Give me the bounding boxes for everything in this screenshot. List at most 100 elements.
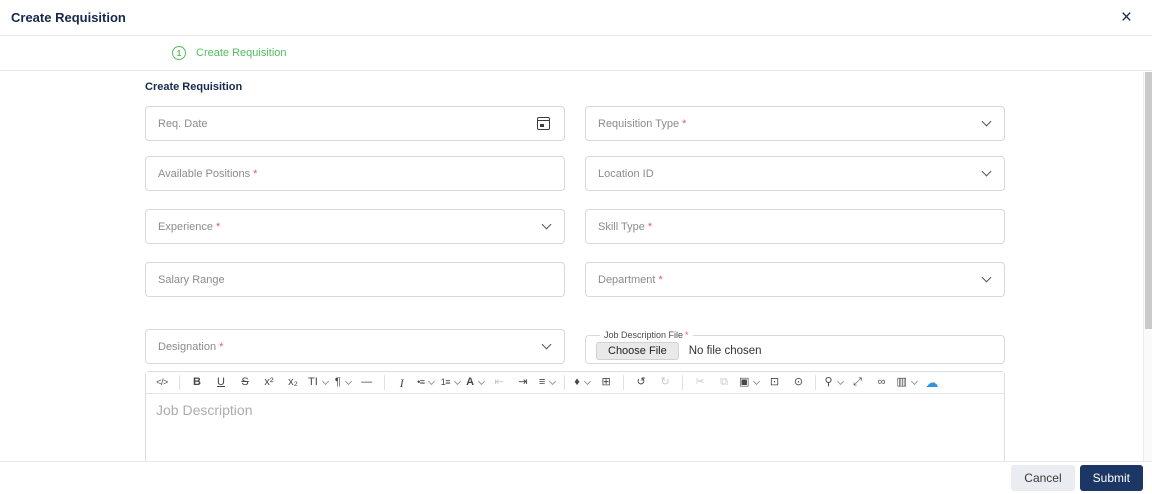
align-left-icon: ≡ [538, 376, 546, 388]
text-color-button[interactable]: A [463, 373, 487, 393]
underline-button[interactable]: U [209, 373, 233, 393]
strikethrough-button[interactable]: S [233, 373, 257, 393]
paragraph-format-button[interactable]: ¶ [331, 373, 355, 393]
code-view-icon: </> [156, 377, 168, 387]
cut-button[interactable]: ✂ [688, 373, 712, 393]
chevron-down-icon [549, 377, 557, 385]
chevron-down-icon [541, 339, 552, 350]
job-description-file-field: Job Description File * Choose File No fil… [585, 330, 1005, 364]
font-size-icon: TI [308, 376, 318, 388]
available-positions-input[interactable]: Available Positions * [145, 156, 565, 191]
designation-select[interactable]: Designation * [145, 329, 565, 364]
insert-link-button[interactable]: ∞ [870, 373, 894, 393]
subscript-button[interactable]: x₂ [281, 373, 305, 393]
submit-button[interactable]: Submit [1079, 465, 1143, 491]
experience-select[interactable]: Experience * [145, 209, 565, 244]
cloud-upload-icon: ☁ [925, 375, 939, 390]
font-size-button[interactable]: TI [305, 373, 331, 393]
chevron-down-icon [344, 377, 352, 385]
indent-button[interactable]: ⇥ [511, 373, 535, 393]
skill-type-input[interactable]: Skill Type * [585, 209, 1005, 244]
form-content: Create Requisition Req. Date Requisition… [0, 81, 1152, 471]
close-icon: × [1120, 7, 1132, 28]
modal-footer: Cancel Submit [0, 461, 1152, 494]
toolbar-divider [682, 375, 684, 390]
text-color-icon: A [466, 376, 475, 388]
chevron-down-icon [981, 116, 992, 127]
scrollbar-thumb[interactable] [1145, 72, 1152, 329]
unordered-list-icon: •≡ [417, 377, 425, 387]
cancel-button[interactable]: Cancel [1011, 465, 1075, 491]
unordered-list-button[interactable]: •≡ [414, 373, 438, 393]
chevron-down-icon [836, 377, 844, 385]
chevron-down-icon [541, 219, 552, 230]
chevron-down-icon [477, 377, 486, 385]
preview-button[interactable]: ⊙ [786, 373, 810, 393]
toolbar-divider [179, 375, 180, 390]
chevron-down-icon [454, 377, 462, 385]
stepper: 1 Create Requisition [0, 36, 1152, 71]
undo-icon: ↺ [636, 376, 646, 388]
scrollbar[interactable] [1143, 72, 1152, 461]
paste-button[interactable]: ▣ [736, 373, 762, 393]
ordered-list-button[interactable]: 1≡ [438, 373, 463, 393]
chevron-down-icon [321, 377, 329, 385]
color-droplet-icon: ♦ [574, 376, 580, 388]
undo-button[interactable]: ↺ [629, 373, 653, 393]
modal-title: Create Requisition [11, 10, 126, 25]
outdent-button[interactable]: ⇤ [487, 373, 511, 393]
chevron-down-icon [753, 377, 761, 385]
job-description-editor: </> B U S x² x₂ TI ¶ — I •≡ 1≡ A ⇤ ⇥ ≡ ♦… [145, 371, 1005, 461]
copy-icon: ⧉ [720, 376, 728, 388]
editor-toolbar: </> B U S x² x₂ TI ¶ — I •≡ 1≡ A ⇤ ⇥ ≡ ♦… [146, 372, 1004, 394]
chevron-down-icon [428, 377, 436, 385]
underline-icon: U [217, 376, 225, 388]
file-status-text: No file chosen [688, 345, 762, 357]
select-all-button[interactable]: ⊡ [762, 373, 786, 393]
zoom-button[interactable]: ⚲ [821, 373, 845, 393]
strikethrough-icon: S [241, 376, 249, 388]
editor-placeholder: Job Description [156, 402, 253, 418]
job-description-textarea[interactable]: Job Description [146, 394, 1004, 461]
code-view-button[interactable]: </> [150, 373, 174, 393]
cut-scissors-icon: ✂ [695, 376, 705, 388]
salary-range-input[interactable]: Salary Range [145, 262, 565, 297]
step-circle-icon: 1 [172, 46, 186, 60]
chevron-down-icon [910, 377, 918, 385]
toolbar-divider [383, 375, 385, 390]
chevron-down-icon [583, 377, 591, 385]
department-select[interactable]: Department * [585, 262, 1005, 297]
ordered-list-icon: 1≡ [440, 377, 451, 387]
toolbar-divider [623, 375, 625, 390]
location-id-select[interactable]: Location ID [585, 156, 1005, 191]
fullscreen-icon: ⤢ [853, 376, 862, 388]
select-all-icon: ⊡ [769, 376, 780, 388]
fullscreen-button[interactable]: ⤢ [846, 373, 870, 393]
redo-icon: ↻ [660, 376, 670, 388]
align-button[interactable]: ≡ [535, 373, 559, 393]
cloud-upload-button[interactable]: ☁ [920, 373, 944, 393]
paragraph-icon: ¶ [334, 376, 341, 388]
step-label: Create Requisition [196, 47, 287, 59]
italic-icon: I [399, 375, 404, 390]
link-icon: ∞ [877, 376, 886, 388]
insert-image-button[interactable]: ▥ [894, 373, 920, 393]
italic-button[interactable]: I [390, 373, 414, 393]
requisition-type-select[interactable]: Requisition Type * [585, 106, 1005, 141]
superscript-icon: x² [264, 376, 274, 388]
table-icon: ⊞ [601, 376, 611, 388]
chevron-down-icon [981, 272, 992, 283]
redo-button[interactable]: ↻ [653, 373, 677, 393]
choose-file-button[interactable]: Choose File [596, 342, 679, 360]
bold-button[interactable]: B [185, 373, 209, 393]
modal-header: Create Requisition × [0, 0, 1152, 36]
toolbar-divider [564, 375, 566, 390]
colors-button[interactable]: ♦ [570, 373, 594, 393]
insert-table-button[interactable]: ⊞ [594, 373, 618, 393]
close-button[interactable]: × [1115, 8, 1138, 27]
horizontal-line-button[interactable]: — [355, 373, 379, 393]
req-date-input[interactable]: Req. Date [145, 106, 565, 141]
copy-button[interactable]: ⧉ [712, 373, 736, 393]
calendar-icon[interactable] [537, 117, 550, 130]
superscript-button[interactable]: x² [257, 373, 281, 393]
